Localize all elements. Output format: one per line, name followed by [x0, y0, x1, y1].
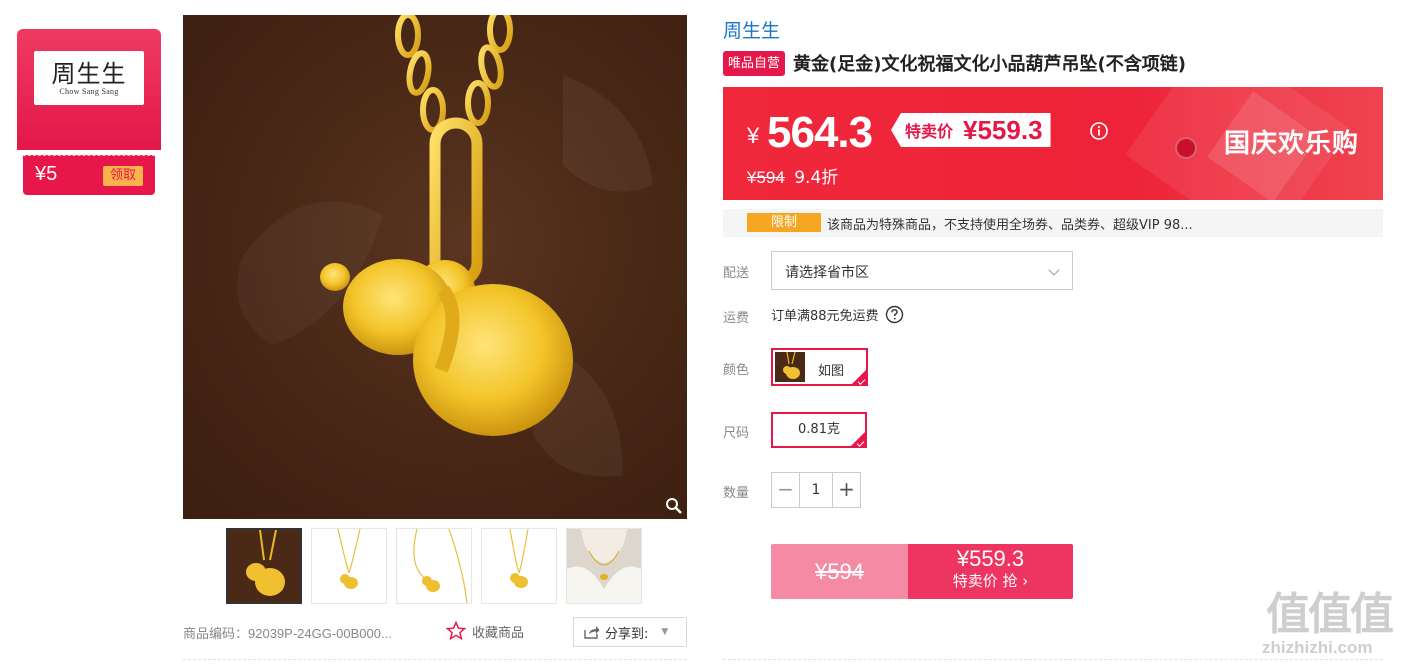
product-sku: 商品编码：92039P-24GG-00B000... — [183, 626, 392, 641]
help-icon[interactable] — [885, 305, 904, 324]
zoom-icon[interactable] — [665, 497, 683, 515]
coupon-footer: ¥5 领取 — [23, 155, 155, 195]
buy-special-price: ¥559.3 — [956, 546, 1025, 571]
thumbnail-3-image — [413, 529, 468, 603]
original-price-line: ¥594 9.4折 — [747, 163, 838, 188]
watermark-glyphs: 值值值 — [1266, 589, 1394, 640]
restriction-tag: 限制 — [747, 213, 821, 232]
favorite-label: 收藏商品 — [472, 625, 525, 641]
thumbnail-5-image — [567, 529, 641, 603]
brand-logo-cn: 周生生 — [51, 59, 127, 88]
thumbnail-5[interactable] — [566, 528, 642, 604]
chevron-down-icon — [1048, 264, 1060, 276]
region-select-placeholder: 请选择省市区 — [785, 265, 869, 281]
restriction-text: 该商品为特殊商品，不支持使用全场券、品类券、超级VIP 98... — [827, 218, 1193, 233]
current-price: 564.3 — [767, 108, 873, 157]
coupon-card[interactable]: 周生生 Chow Sang Sang ¥5 领取 — [17, 29, 161, 195]
size-option-label: 0.81克 — [798, 422, 840, 437]
coupon-claim-button[interactable]: 领取 — [103, 166, 143, 186]
quantity-input[interactable]: 1 — [799, 473, 833, 507]
color-option-swatch — [775, 352, 805, 382]
size-option-selected[interactable]: 0.81克 — [771, 412, 867, 448]
restriction-notice: 限制 该商品为特殊商品，不支持使用全场券、品类券、超级VIP 98... — [723, 209, 1383, 237]
banner-dot — [1175, 137, 1197, 159]
caret-down-icon: ▼ — [661, 627, 669, 637]
special-price-label: 特卖价 — [905, 122, 954, 141]
coupon-value: ¥5 — [35, 163, 58, 185]
main-product-image[interactable] — [183, 15, 687, 519]
buy-now-button[interactable]: ¥594 ¥559.3 特卖价 抢 › — [771, 544, 1073, 599]
shipping-text: 订单满88元免运费 — [771, 309, 879, 324]
shipping-label: 运费 — [723, 311, 750, 326]
watermark: 值值值 zhizhizhi.com — [1258, 578, 1408, 665]
buy-original-price: ¥594 — [771, 544, 908, 599]
thumbnail-3[interactable] — [396, 528, 472, 604]
quantity-decrease-button[interactable]: − — [772, 473, 799, 507]
share-label: 分享到: — [605, 626, 649, 642]
buy-action-label: 特卖价 抢 › — [952, 572, 1029, 590]
region-select[interactable]: 请选择省市区 — [771, 251, 1073, 290]
thumbnail-strip — [226, 528, 642, 604]
share-dropdown[interactable]: 分享到: ▼ — [573, 617, 687, 647]
brand-link[interactable]: 周生生 — [723, 16, 780, 43]
original-price: ¥594 — [747, 168, 785, 187]
self-operated-badge: 唯品自营 — [723, 50, 786, 76]
color-option-selected[interactable]: 如图 — [771, 348, 868, 386]
color-label: 颜色 — [723, 363, 750, 378]
quantity-label: 数量 — [723, 486, 750, 501]
thumbnail-2[interactable] — [311, 528, 387, 604]
quantity-increase-button[interactable]: + — [833, 473, 860, 507]
delivery-label: 配送 — [723, 266, 750, 281]
brand-logo-en: Chow Sang Sang — [59, 86, 119, 96]
title-row: 唯品自营 黄金(足金)文化祝福文化小品葫芦吊坠(不含项链) — [723, 50, 1186, 76]
thumbnail-2-image — [337, 529, 361, 589]
special-price-value: ¥559.3 — [963, 114, 1043, 145]
buy-special-section[interactable]: ¥559.3 特卖价 抢 › — [908, 544, 1073, 599]
thumbnail-4-image — [509, 529, 529, 588]
star-icon — [446, 621, 466, 641]
brand-logo: 周生生 Chow Sang Sang — [34, 51, 144, 105]
coupon-header: 周生生 Chow Sang Sang — [17, 29, 161, 150]
special-price-tag: 特卖价 ¥559.3 — [891, 113, 1051, 147]
festival-promo-label: 国庆欢乐购 — [1223, 129, 1359, 159]
divider-left — [183, 659, 687, 660]
swatch-image — [783, 352, 800, 379]
info-icon[interactable] — [1089, 121, 1109, 141]
favorite-button[interactable]: 收藏商品 — [446, 621, 524, 641]
currency-symbol: ¥ — [747, 123, 760, 148]
product-title: 黄金(足金)文化祝福文化小品葫芦吊坠(不含项链) — [793, 54, 1186, 75]
color-option-label: 如图 — [818, 364, 845, 379]
thumbnail-4[interactable] — [481, 528, 557, 604]
price-banner: ¥ 564.3 特卖价 ¥559.3 ¥594 9.4折 国庆欢乐购 — [723, 87, 1383, 200]
quantity-stepper: − 1 + — [771, 472, 861, 508]
thumbnail-1[interactable] — [226, 528, 302, 604]
share-icon — [584, 626, 600, 639]
pendant-illustration — [237, 15, 653, 477]
size-label: 尺码 — [723, 426, 750, 441]
discount-rate: 9.4折 — [794, 168, 839, 188]
thumbnail-1-image — [246, 530, 285, 596]
shipping-info: 订单满88元免运费 — [771, 305, 904, 324]
watermark-url: zhizhizhi.com — [1262, 638, 1373, 657]
product-meta-row: 商品编码：92039P-24GG-00B000... 收藏商品 分享到: ▼ — [183, 617, 687, 647]
